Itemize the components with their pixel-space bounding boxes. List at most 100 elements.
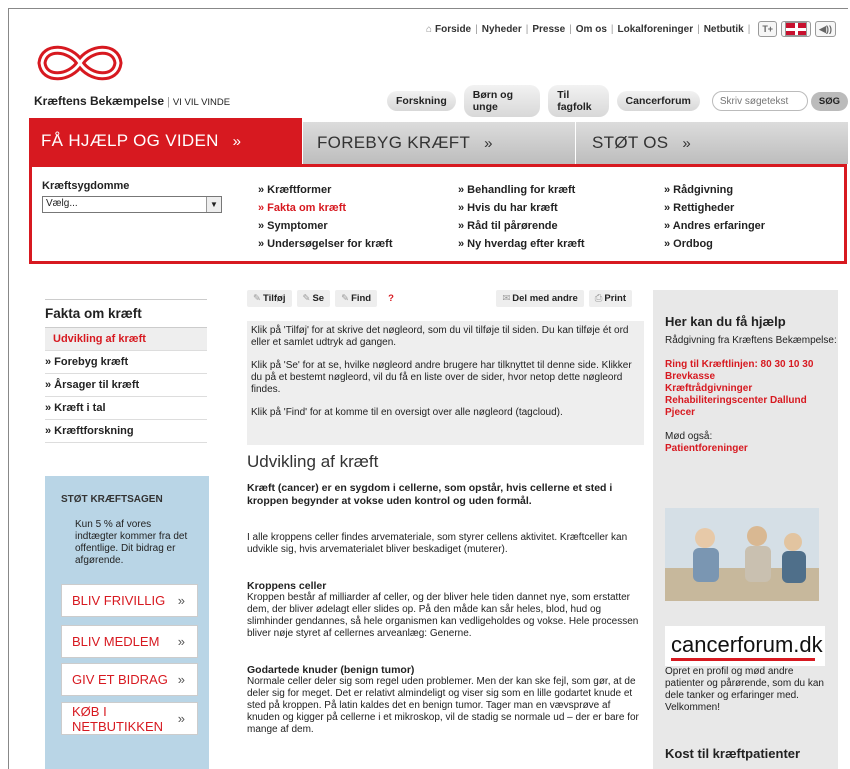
org-name: Kræftens Bekæmpelse <box>34 94 165 108</box>
mega-menu: Kræftsygdomme Vælg... ▼ » Kræftformer » … <box>29 164 847 264</box>
article-lead: Kræft (cancer) er en sygdom i cellerne, … <box>247 482 613 507</box>
mega-link[interactable]: » Ordbog <box>664 235 765 253</box>
utility-link-lokalforeninger[interactable]: Lokalforeninger <box>618 24 694 35</box>
tab-stoet-os[interactable]: STØT OS » <box>576 122 848 164</box>
support-text: Kun 5 % af vores indtægter kommer fra de… <box>75 519 188 566</box>
tag-see-button[interactable]: ✎ Se <box>296 290 331 307</box>
tag-help-text: Klik på 'Find' for at komme til en overs… <box>251 407 563 418</box>
help-link[interactable]: Brevkasse <box>665 371 838 383</box>
tag-help-box: Klik på 'Tilføj' for at skrive det nøgle… <box>247 321 644 445</box>
mega-link[interactable]: » Hvis du har kræft <box>458 199 585 217</box>
tag-add-label: Tilføj <box>262 293 286 304</box>
help-link[interactable]: Pjecer <box>665 407 838 419</box>
tag-help-text: Klik på 'Tilføj' for at skrive det nøgle… <box>251 325 629 348</box>
tab-label: STØT OS <box>592 133 669 152</box>
sidebar-item[interactable]: » Kræft i tal <box>45 397 207 420</box>
mega-col-1: » Kræftformer » Fakta om kræft » Symptom… <box>258 181 392 253</box>
article-paragraph: Normale celler deler sig som regel uden … <box>247 676 639 735</box>
tab-forebyg[interactable]: FOREBYG KRÆFT » <box>303 122 575 164</box>
patients-photo[interactable] <box>665 508 819 601</box>
share-button[interactable]: ✉ Del med andre <box>496 290 584 307</box>
button-label: BLIV MEDLEM <box>72 634 160 649</box>
nav-boern-og-unge[interactable]: Børn og unge <box>463 85 541 117</box>
article-paragraph: I alle kroppens celler findes arvemateri… <box>247 532 628 555</box>
mega-link[interactable]: » Rådgivning <box>664 181 765 199</box>
article-subheading: Godartede knuder (benign tumor) <box>247 664 415 676</box>
utility-link-forside[interactable]: Forside <box>435 24 471 35</box>
share-label: Del med andre <box>512 293 578 304</box>
support-panel: STØT KRÆFTSAGEN Kun 5 % af vores indtægt… <box>45 476 209 769</box>
tag-add-button[interactable]: ✎ Tilføj <box>247 290 292 307</box>
chevron-right-icon: » <box>232 132 242 150</box>
sidebar-item-active[interactable]: Udvikling af kræft <box>45 328 207 351</box>
patientforeninger-link[interactable]: Patientforeninger <box>665 443 838 455</box>
english-flag-icon[interactable] <box>781 21 812 37</box>
mega-link[interactable]: » Ny hverdag efter kræft <box>458 235 585 253</box>
utility-link-presse[interactable]: Presse <box>532 24 565 35</box>
help-link[interactable]: Rehabiliteringscenter Dallund <box>665 395 838 407</box>
mega-link[interactable]: » Rettigheder <box>664 199 765 217</box>
nav-forskning[interactable]: Forskning <box>387 91 456 111</box>
mega-link[interactable]: » Andres erfaringer <box>664 217 765 235</box>
tag-icon: ✎ <box>302 293 311 304</box>
cancerforum-logo-text: cancerforum.dk <box>671 632 823 657</box>
print-button[interactable]: ⎙ Print <box>588 290 632 307</box>
help-heading: Her kan du få hjælp <box>665 314 786 329</box>
mega-link[interactable]: » Undersøgelser for kræft <box>258 235 392 253</box>
select-value: Vælg... <box>46 198 78 209</box>
main-nav: Forskning Børn og unge Til fagfolk Cance… <box>387 85 848 117</box>
koeb-i-netbutikken-button[interactable]: KØB I NETBUTIKKEN» <box>61 702 198 735</box>
utility-link-nyheder[interactable]: Nyheder <box>482 24 522 35</box>
sidebar-item[interactable]: » Årsager til kræft <box>45 374 207 397</box>
search-input[interactable] <box>711 91 808 111</box>
button-label: GIV ET BIDRAG <box>72 672 168 687</box>
tag-see-label: Se <box>312 293 325 304</box>
sidebar-item[interactable]: » Forebyg kræft <box>45 351 207 374</box>
mega-link[interactable]: » Symptomer <box>258 217 392 235</box>
giv-et-bidrag-button[interactable]: GIV ET BIDRAG » <box>61 663 198 696</box>
chevron-right-icon: » <box>177 634 185 649</box>
sound-icon[interactable]: ◀)) <box>815 21 836 37</box>
mega-link[interactable]: » Kræftformer <box>258 181 392 199</box>
logo-wordmark: Kræftens Bekæmpelse | VI VIL VINDE <box>34 94 231 108</box>
left-sidebar: Fakta om kræft Udvikling af kræft » Fore… <box>45 299 207 443</box>
mega-link[interactable]: » Råd til pårørende <box>458 217 585 235</box>
support-heading: STØT KRÆFTSAGEN <box>61 494 163 505</box>
article-paragraph: Kroppen består af milliarder af celler, … <box>247 592 639 639</box>
chevron-down-icon[interactable]: ▼ <box>206 197 221 212</box>
nav-til-fagfolk[interactable]: Til fagfolk <box>548 85 609 117</box>
tab-faa-hjaelp[interactable]: FÅ HJÆLP OG VIDEN » <box>29 118 302 164</box>
sidebar-heading[interactable]: Fakta om kræft <box>45 299 207 328</box>
mega-col-3: » Rådgivning » Rettigheder » Andres erfa… <box>664 181 765 253</box>
chevron-right-icon: » <box>177 711 185 726</box>
right-sidebar: Her kan du få hjælp Rådgivning fra Kræft… <box>653 290 838 769</box>
meet-label: Mød også: <box>665 431 713 442</box>
button-label: BLIV FRIVILLIG <box>72 593 166 608</box>
nav-cancerforum[interactable]: Cancerforum <box>616 91 700 111</box>
tag-find-button[interactable]: ✎ Find <box>335 290 378 307</box>
utility-link-om-os[interactable]: Om os <box>576 24 607 35</box>
cancer-type-select[interactable]: Vælg... ▼ <box>42 196 222 213</box>
kost-heading: Kost til kræftpatienter <box>665 746 801 761</box>
logo-mark[interactable] <box>34 37 126 92</box>
mega-col-2: » Behandling for kræft » Hvis du har kræ… <box>458 181 585 253</box>
tag-help-text: Klik på 'Se' for at se, hvilke nøgleord … <box>251 360 632 395</box>
home-icon[interactable]: ⌂ <box>426 24 432 35</box>
tab-label: FOREBYG KRÆFT <box>317 133 471 152</box>
chevron-right-icon: » <box>177 593 185 608</box>
help-link[interactable]: Ring til Kræftlinjen: 80 30 10 30 <box>665 359 838 371</box>
tab-label: FÅ HJÆLP OG VIDEN <box>41 131 219 150</box>
bliv-frivillig-button[interactable]: BLIV FRIVILLIG » <box>61 584 198 617</box>
mega-link-active[interactable]: » Fakta om kræft <box>258 199 392 217</box>
tag-help-button[interactable]: ? <box>382 290 400 307</box>
bliv-medlem-button[interactable]: BLIV MEDLEM » <box>61 625 198 658</box>
search-button[interactable]: SØG <box>810 91 848 111</box>
sidebar-item[interactable]: » Kræftforskning <box>45 420 207 443</box>
mega-link[interactable]: » Behandling for kræft <box>458 181 585 199</box>
search-area: SØG <box>711 91 848 111</box>
utility-link-netbutik[interactable]: Netbutik <box>704 24 744 35</box>
cancerforum-logo[interactable]: cancerforum.dk <box>665 626 825 666</box>
text-size-button[interactable]: T+ <box>758 21 778 37</box>
chevron-right-icon: » <box>682 134 692 152</box>
help-link[interactable]: Kræftrådgivninger <box>665 383 838 395</box>
